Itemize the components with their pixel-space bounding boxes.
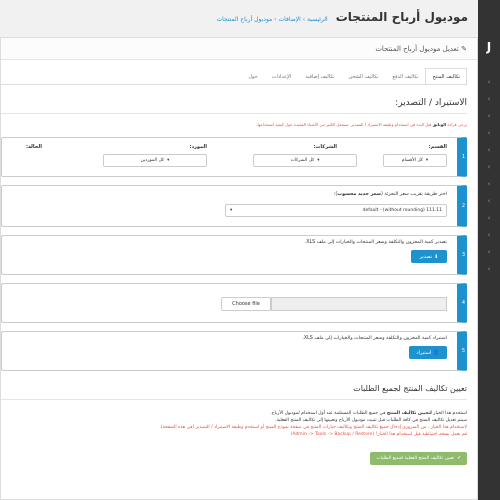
choose-file-label: Choose file <box>232 301 260 307</box>
category-select[interactable]: كل الأقسام ▾ <box>383 154 447 167</box>
breadcrumb-extensions[interactable]: الإضافات <box>278 16 300 23</box>
sidebar-chevron-icon[interactable]: ‹ <box>478 91 500 108</box>
assign-info-line-2: سيتم تعديل تكاليف المنتج في كافة الطلبات… <box>275 418 467 423</box>
caret-down-icon: ▾ <box>317 158 320 163</box>
manufacturer-label: الشركات: <box>313 144 337 150</box>
sidebar-chevron-icon[interactable]: ‹ <box>478 159 500 176</box>
breadcrumb: الرئيسية › الإضافات › موديول أرباح المنت… <box>216 16 328 23</box>
supplier-select[interactable]: كل الموردين ▾ <box>103 154 207 167</box>
user-upload-icon: 👤 <box>433 349 440 356</box>
export-button-label: تصدير <box>419 253 433 260</box>
step-1-filters: 1 القسم: كل الأقسام ▾ الشركات: كل الشركات… <box>1 137 467 177</box>
sidebar-chevron-icon[interactable]: ‹ <box>478 108 500 125</box>
sidebar-chevron-icon[interactable]: ‹ <box>478 125 500 142</box>
caret-down-icon: ▾ <box>425 158 429 163</box>
check-circle-icon: ✔ <box>457 456 461 461</box>
step-number: 5 <box>461 348 465 354</box>
sidebar-chevron-icon[interactable]: ‹ <box>478 210 500 227</box>
step-5-import: 5 استيراد كمية المخزون والتكلفة وسعر الم… <box>1 331 467 371</box>
rounding-value: default - (without rounding) 111.11 <box>362 208 442 213</box>
warning-rest: قبل البدء في استخدام وظيفة الاستيراد / ا… <box>256 122 432 127</box>
step-number: 4 <box>461 300 465 306</box>
step-2-rounding: 2 اختر طريقة تقريب سعر التجزئة (سعر جديد… <box>1 185 467 227</box>
import-export-title: الاستيراد / التصدير: <box>395 98 467 108</box>
rounding-label: اختر طريقة تقريب سعر التجزئة (سعر جديد م… <box>334 192 447 197</box>
panel-heading: ✎ تعديل موديول أرباح المنتجات <box>1 38 477 60</box>
sidebar-chevron-icon[interactable]: ‹ <box>478 261 500 278</box>
assign-line1-bold: لتعيين تكاليف المنتج <box>386 411 432 416</box>
page-header: موديول أرباح المنتجات الرئيسية › الإضافا… <box>216 10 468 24</box>
rounding-label-bold: سعر جديد محسوب <box>337 192 381 197</box>
documentation-link[interactable]: الوثائق <box>433 122 447 127</box>
panel-title: تعديل موديول أرباح المنتجات <box>375 45 459 53</box>
step-number: 1 <box>461 154 465 160</box>
manufacturer-select[interactable]: كل الشركات ▾ <box>253 154 357 167</box>
download-icon: ⬇ <box>434 253 439 260</box>
export-button[interactable]: تصدير ⬇ <box>411 250 447 263</box>
import-description: استيراد كمية المخزون والتكلفة وسعر المنت… <box>302 336 447 341</box>
breadcrumb-module[interactable]: موديول أرباح المنتجات <box>216 16 272 23</box>
page-title: موديول أرباح المنتجات <box>335 10 468 24</box>
tab-divider <box>1 84 467 85</box>
assign-line1-prefix: استخدم هذا الخيار <box>433 411 467 416</box>
manufacturer-value: كل الشركات <box>290 158 315 163</box>
sidebar-chevron-icon[interactable]: ‹ <box>478 244 500 261</box>
status-label: الحالة: <box>26 144 42 150</box>
breadcrumb-home[interactable]: الرئيسية <box>307 16 328 23</box>
app-logo: J <box>486 40 492 54</box>
choose-file-button[interactable]: Choose file <box>221 297 271 311</box>
supplier-label: المورد: <box>189 144 207 150</box>
assign-line1-rest: في جميع الطلبات المستلمة عند أول استخدام… <box>270 411 386 416</box>
assign-costs-button-label: تعيين تكاليف المنتج الفعلية لجميع الطلبا… <box>376 456 455 461</box>
assign-info-line-3: لاستخدام هذا الخيار ، من الضروري إدخال ج… <box>159 425 467 430</box>
step-number: 3 <box>461 252 465 258</box>
assign-costs-button[interactable]: تعيين تكاليف المنتج الفعلية لجميع الطلبا… <box>370 452 467 465</box>
warning-prefix: يرجى قراءة <box>447 122 467 127</box>
assign-info-line-4: قم بعمل نسخه احتياطية قبل استخدام هذا ال… <box>290 432 467 437</box>
import-button[interactable]: استيراد 👤 <box>409 346 447 359</box>
step-3-export: 3 تصدير كمية المخزون والتكلفة وسعر المنت… <box>1 235 467 275</box>
file-path-input[interactable] <box>271 297 447 311</box>
supplier-value: كل الموردين <box>140 158 165 163</box>
pencil-icon: ✎ <box>461 45 467 53</box>
export-description: تصدير كمية المخزون والتكلفة وسعر المنتجا… <box>304 240 447 245</box>
divider <box>1 399 467 400</box>
sidebar-chevron-icon[interactable]: ‹ <box>478 227 500 244</box>
sidebar: J ‹ ‹ ‹ ‹ ‹ ‹ ‹ ‹ ‹ ‹ ‹ ‹ <box>478 0 500 500</box>
main-content: موديول أرباح المنتجات الرئيسية › الإضافا… <box>0 0 478 500</box>
import-button-label: استيراد <box>416 349 432 356</box>
rounding-select[interactable]: ▾ default - (without rounding) 111.11 <box>225 204 447 217</box>
caret-down-icon: ▾ <box>230 208 233 213</box>
category-label: القسم: <box>428 144 447 150</box>
warning-text: يرجى قراءة الوثائق قبل البدء في استخدام … <box>256 122 467 127</box>
edit-panel: ✎ تعديل موديول أرباح المنتجات تكاليف الم… <box>0 37 478 500</box>
category-value: كل الأقسام <box>401 158 423 163</box>
sidebar-chevron-icon[interactable]: ‹ <box>478 176 500 193</box>
sidebar-chevron-icon[interactable]: ‹ <box>478 74 500 91</box>
step-number: 2 <box>461 203 465 209</box>
assign-info: استخدم هذا الخيار لتعيين تكاليف المنتج ف… <box>159 410 467 438</box>
step-4-file: 4 Choose file <box>1 283 467 323</box>
sidebar-chevron-icon[interactable]: ‹ <box>478 142 500 159</box>
assign-costs-title: تعيين تكاليف المنتج لجميع الطلبات <box>353 384 467 393</box>
rounding-label-prefix: اختر طريقة تقريب سعر التجزئة ( <box>380 192 447 197</box>
sidebar-chevron-icon[interactable]: ‹ <box>478 193 500 210</box>
caret-down-icon: ▾ <box>167 158 170 163</box>
divider <box>1 113 467 114</box>
assign-info-line-1: استخدم هذا الخيار لتعيين تكاليف المنتج ف… <box>159 410 467 417</box>
